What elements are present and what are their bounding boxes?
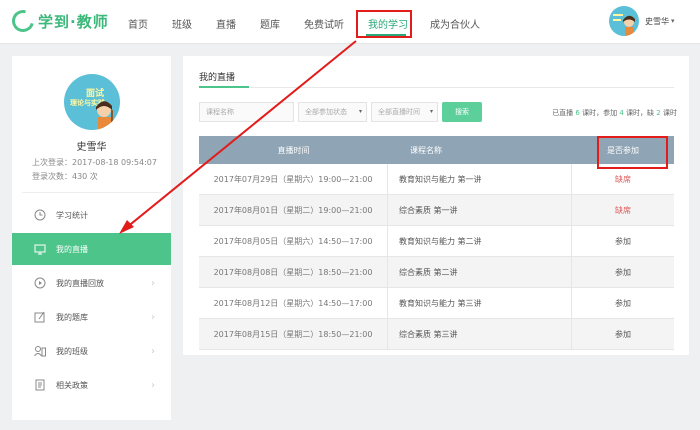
- play-circle-icon: [34, 277, 46, 289]
- sidebar-item-label: 我的题库: [56, 312, 88, 322]
- live-schedule-table: 直播时间 课程名称 是否参加 2017年07月29日（星期六）19:00—21:…: [199, 136, 674, 350]
- cell-live-time: 2017年08月01日（星期二）19:00—21:00: [199, 195, 388, 225]
- edit-icon: [34, 311, 46, 323]
- cell-live-time: 2017年08月15日（星期二）18:50—21:00: [199, 319, 388, 349]
- sidebar-item-label: 我的班级: [56, 346, 88, 356]
- cell-course-name: 综合素质 第二讲: [388, 257, 572, 287]
- cell-attendance-status: 参加: [615, 298, 631, 308]
- top-navigation-bar: 学到·教师 首页 班级 直播 题库 免费试听 我的学习 成为合伙人 史雪华 ▾: [0, 0, 700, 44]
- nav-item-free-trial[interactable]: 免费试听: [304, 16, 344, 31]
- sidebar-item-study-stats[interactable]: 学习统计: [12, 199, 171, 231]
- nav-item-partner[interactable]: 成为合伙人: [430, 16, 480, 31]
- table-row: 2017年08月08日（星期二）18:50—21:00 综合素质 第二讲 参加: [199, 257, 674, 288]
- site-logo[interactable]: 学到·教师: [7, 5, 109, 37]
- user-menu[interactable]: 史雪华 ▾: [609, 6, 675, 36]
- cell-live-time: 2017年08月12日（星期六）14:50—17:00: [199, 288, 388, 318]
- login-count-text: 登录次数：430 次: [32, 172, 98, 181]
- status-select-value: 全部参加状态: [305, 108, 347, 116]
- chevron-right-icon: ›: [151, 311, 155, 323]
- main-panel: 我的直播 课程名称 全部参加状态 ▾ 全部直播时间 ▾ 搜索 已直播 6 课时，…: [183, 56, 689, 355]
- sidebar-item-my-live[interactable]: 我的直播: [12, 233, 171, 265]
- sidebar-item-label: 相关政策: [56, 380, 88, 390]
- table-row: 2017年08月05日（星期六）14:50—17:00 教育知识与能力 第二讲 参加: [199, 226, 674, 257]
- chevron-right-icon: ›: [151, 379, 155, 391]
- document-icon: [34, 379, 46, 391]
- chevron-right-icon: ›: [151, 277, 155, 289]
- time-select-value: 全部直播时间: [378, 108, 420, 116]
- stats-suffix: 课时: [663, 109, 677, 117]
- stats-mid2: 课时，缺: [626, 109, 655, 117]
- cell-course-name: 教育知识与能力 第一讲: [388, 164, 572, 194]
- course-name-input[interactable]: 课程名称: [199, 102, 294, 122]
- sidebar-item-label: 学习统计: [56, 210, 88, 220]
- table-row: 2017年08月01日（星期二）19:00—21:00 综合素质 第一讲 缺席: [199, 195, 674, 226]
- sidebar: 面试 理论与实践 史雪华 上次登录：2017-08-18 09:54:07 登录…: [12, 56, 171, 420]
- cell-live-time: 2017年07月29日（星期六）19:00—21:00: [199, 164, 388, 194]
- sidebar-item-label: 我的直播: [56, 244, 88, 254]
- stats-mid1: 课时，参加: [582, 109, 618, 117]
- cell-course-name: 教育知识与能力 第三讲: [388, 288, 572, 318]
- page-title: 我的直播: [199, 73, 236, 83]
- cell-attendance-status: 参加: [615, 236, 631, 246]
- logo-text: 学到·教师: [38, 12, 109, 31]
- nav-item-question-bank[interactable]: 题库: [260, 16, 280, 31]
- column-header-course: 课程名称: [410, 145, 442, 155]
- cartoon-teacher-icon: [96, 101, 113, 130]
- cartoon-teacher-icon: [613, 14, 635, 36]
- cell-course-name: 综合素质 第三讲: [388, 319, 572, 349]
- profile-avatar: 面试 理论与实践: [64, 74, 120, 130]
- search-button[interactable]: 搜索: [442, 102, 482, 122]
- user-name[interactable]: 史雪华: [645, 16, 669, 27]
- stats-attended: 4: [619, 109, 624, 117]
- title-underline: [199, 86, 249, 88]
- title-divider: [199, 87, 674, 88]
- time-select[interactable]: 全部直播时间 ▾: [371, 102, 438, 122]
- caret-down-icon: ▾: [358, 108, 362, 115]
- profile-name: 史雪华: [76, 142, 107, 153]
- cell-course-name: 教育知识与能力 第二讲: [388, 226, 572, 256]
- sidebar-item-question-bank[interactable]: 我的题库 ›: [12, 301, 171, 333]
- users-icon: [34, 345, 46, 357]
- stats-total: 6: [575, 109, 580, 117]
- logo-mark-icon: [7, 5, 39, 37]
- sidebar-item-live-replay[interactable]: 我的直播回放 ›: [12, 267, 171, 299]
- stats-prefix: 已直播: [552, 109, 574, 117]
- sidebar-item-label: 我的直播回放: [56, 278, 104, 288]
- divider: [22, 192, 161, 193]
- sidebar-item-policy[interactable]: 相关政策 ›: [12, 369, 171, 401]
- table-body: 2017年07月29日（星期六）19:00—21:00 教育知识与能力 第一讲缺席…: [199, 164, 674, 350]
- table-row: 2017年08月15日（星期二）18:50—21:00 综合素质 第三讲 参加: [199, 319, 674, 350]
- cell-live-time: 2017年08月05日（星期六）14:50—17:00: [199, 226, 388, 256]
- cell-live-time: 2017年08月08日（星期二）18:50—21:00: [199, 257, 388, 287]
- nav-item-live[interactable]: 直播: [216, 16, 236, 31]
- status-select[interactable]: 全部参加状态 ▾: [298, 102, 367, 122]
- annotation-highlight-box-column: [597, 136, 668, 169]
- stats-absent: 2: [656, 109, 661, 117]
- chevron-right-icon: ›: [151, 345, 155, 357]
- nav-item-home[interactable]: 首页: [128, 16, 148, 31]
- annotation-highlight-box-nav: [356, 10, 412, 38]
- live-stats-summary: 已直播 6 课时，参加 4 课时，缺 2 课时: [552, 108, 677, 118]
- sidebar-item-my-class[interactable]: 我的班级 ›: [12, 335, 171, 367]
- clock-icon: [34, 209, 46, 221]
- column-header-time: 直播时间: [277, 145, 310, 155]
- nav-item-classes[interactable]: 班级: [172, 16, 192, 31]
- monitor-icon: [34, 243, 46, 255]
- caret-down-icon: ▾: [429, 108, 433, 115]
- table-row: 2017年08月12日（星期六）14:50—17:00 教育知识与能力 第三讲 参加: [199, 288, 674, 319]
- cell-attendance-status: 参加: [615, 329, 631, 339]
- cell-attendance-status: 参加: [615, 267, 631, 277]
- user-avatar[interactable]: [609, 6, 639, 36]
- last-login-text: 上次登录：2017-08-18 09:54:07: [32, 158, 157, 167]
- cell-attendance-status: 缺席: [615, 205, 631, 215]
- cell-course-name: 综合素质 第一讲: [388, 195, 572, 225]
- caret-down-icon[interactable]: ▾: [671, 17, 675, 25]
